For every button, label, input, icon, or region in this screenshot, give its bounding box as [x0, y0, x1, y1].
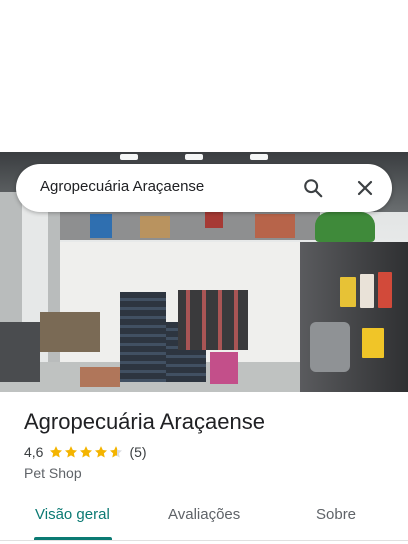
close-icon[interactable] — [355, 178, 375, 198]
tab-bar: Visão geral Avaliações Sobre — [0, 492, 408, 544]
tab-overview[interactable]: Visão geral — [35, 506, 110, 523]
photo-item — [255, 214, 295, 238]
rating-row[interactable]: 4,6 (5) — [24, 444, 147, 460]
review-count: (5) — [129, 444, 147, 460]
place-category: Pet Shop — [24, 465, 82, 481]
tab-reviews[interactable]: Avaliações — [168, 506, 240, 523]
tab-divider — [0, 540, 408, 541]
search-input[interactable]: Agropecuária Araçaense — [40, 178, 204, 195]
search-bar[interactable]: Agropecuária Araçaense — [16, 164, 392, 212]
photo-product-stack — [120, 292, 166, 382]
tab-about[interactable]: Sobre — [316, 506, 356, 523]
photo-display-rack — [178, 290, 248, 350]
search-icon[interactable] — [302, 177, 324, 199]
photo-item — [360, 274, 374, 308]
photo-item — [205, 212, 223, 228]
ceiling-light — [120, 154, 138, 160]
star-icon — [95, 446, 108, 458]
photo-item — [310, 322, 350, 372]
star-rating — [49, 445, 123, 459]
photo-item — [315, 212, 375, 242]
map-blank-area — [0, 0, 408, 152]
star-icon — [80, 446, 93, 458]
photo-item — [140, 216, 170, 238]
place-title: Agropecuária Araçaense — [24, 409, 265, 434]
photo-item — [40, 312, 100, 352]
photo-item — [90, 214, 112, 238]
star-icon — [50, 446, 63, 458]
photo-item — [80, 367, 120, 387]
ceiling-light — [250, 154, 268, 160]
star-icon — [65, 446, 78, 458]
photo-item — [378, 272, 392, 308]
photo-item — [210, 352, 238, 384]
half-star-icon — [110, 446, 123, 458]
photo-item — [340, 277, 356, 307]
rating-value: 4,6 — [24, 444, 44, 460]
photo-item — [0, 322, 40, 382]
ceiling-light — [185, 154, 203, 160]
photo-item — [362, 328, 384, 358]
